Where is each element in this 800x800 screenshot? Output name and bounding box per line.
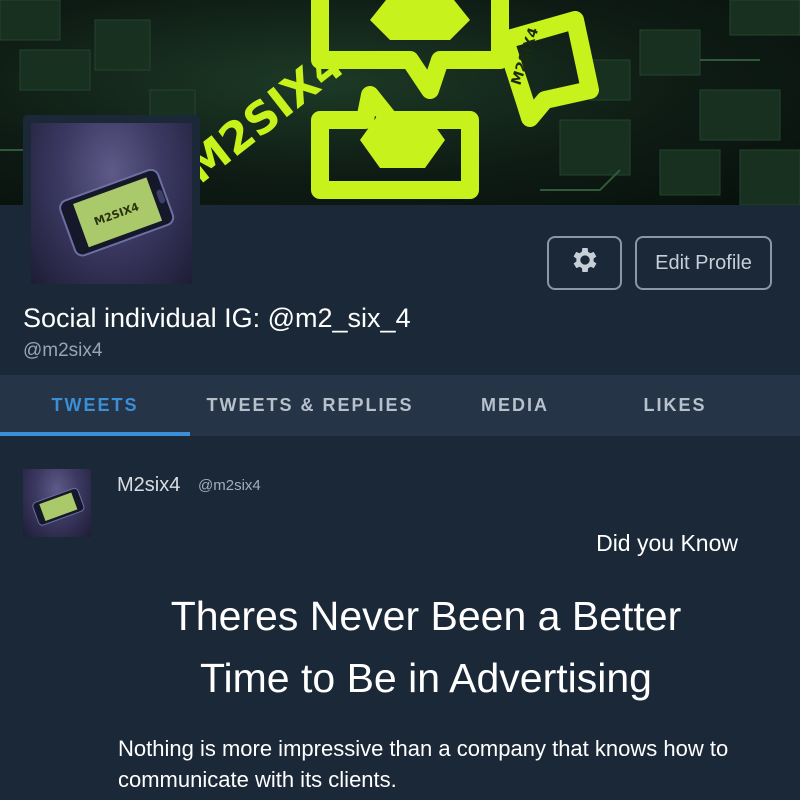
tab-tweets-and-replies[interactable]: TWEETS & REPLIES (190, 375, 430, 436)
tweet-body-text: Nothing is more impressive than a compan… (118, 736, 729, 792)
tweet-author-avatar[interactable] (23, 469, 91, 537)
avatar-image: M2SIX4 (31, 123, 192, 284)
edit-profile-button[interactable]: Edit Profile (635, 236, 772, 290)
profile-avatar[interactable]: M2SIX4 (23, 115, 200, 292)
tab-media[interactable]: MEDIA (430, 375, 600, 436)
tweet-headline-line2: Time to Be in Advertising (200, 655, 652, 701)
tab-likes[interactable]: LIKES (600, 375, 750, 436)
tab-tweets[interactable]: TWEETS (0, 375, 190, 436)
tweet-author-name[interactable]: M2six4 (117, 474, 180, 497)
tweet-intro-text: Did you Know (596, 530, 738, 556)
profile-tabs: TWEETS TWEETS & REPLIES MEDIA LIKES (0, 375, 800, 436)
tweet-author-handle[interactable]: @m2six4 (198, 477, 261, 494)
settings-button[interactable] (547, 236, 622, 290)
gear-icon (569, 244, 601, 282)
tweet-headline-line1: Theres Never Been a Better (170, 593, 682, 639)
profile-display-name: Social individual IG: @m2_six_4 (23, 303, 411, 333)
profile-handle: @m2six4 (23, 340, 103, 361)
